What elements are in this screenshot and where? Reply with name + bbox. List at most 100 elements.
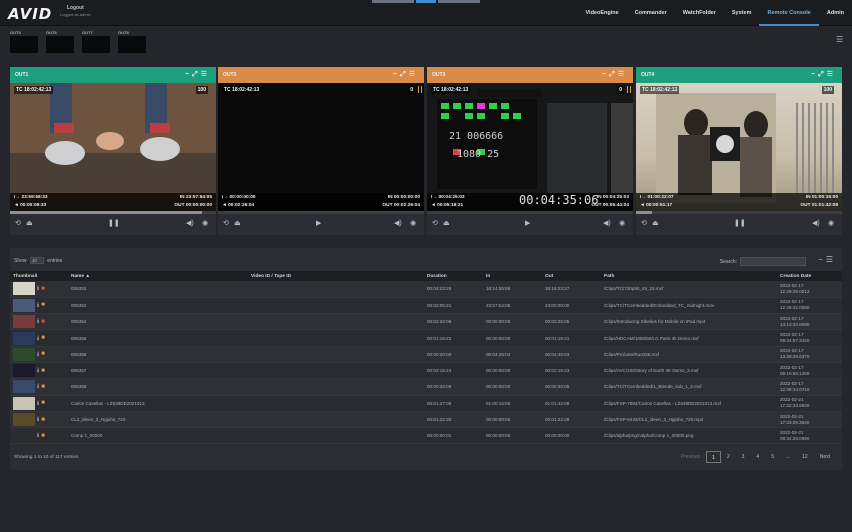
lock-icon[interactable]: ■ — [41, 351, 45, 357]
page-4[interactable]: 4 — [750, 451, 765, 463]
clip-name[interactable]: 005354 — [68, 313, 248, 331]
pause-icon[interactable]: ❚❚ — [108, 220, 120, 228]
clip-thumbnail[interactable] — [13, 298, 35, 312]
info-icon[interactable]: ℹ — [37, 417, 39, 423]
info-icon[interactable]: ℹ — [37, 368, 39, 374]
channel-header-controls[interactable]: −⤢☰ — [811, 67, 836, 83]
loop-icon[interactable]: ⟲ — [432, 220, 438, 228]
play-icon[interactable]: ▶ — [316, 220, 321, 228]
lock-icon[interactable]: ■ — [41, 417, 45, 423]
lock-icon[interactable]: ■ — [41, 302, 45, 308]
info-icon[interactable]: ℹ — [37, 303, 39, 309]
video-preview[interactable]: TC 18:02:42:13 100 I→ 23:59:58:33 ◄ 00:0… — [10, 83, 216, 211]
col-name[interactable]: Name ▲ — [68, 271, 248, 281]
table-row[interactable]: ℹ ■ Carlos Casellas - LZ539DE2021013 00:01:… — [10, 395, 842, 412]
clip-name[interactable]: 005357 — [68, 362, 248, 380]
col-path[interactable]: Path — [601, 271, 777, 281]
clip-thumbnail[interactable] — [13, 331, 35, 345]
table-row[interactable]: ℹ ■ 005354 00:02:26:06 00:00:00:00 00:02:26:0… — [10, 313, 842, 331]
view-icon[interactable]: ◉ — [202, 220, 208, 228]
clip-thumbnail[interactable] — [13, 364, 35, 378]
user-area[interactable]: Logout Logged as admin — [60, 5, 91, 17]
clip-name[interactable]: 005356 — [68, 346, 248, 363]
clip-name[interactable]: Carlos Casellas - LZ539DE2021013 — [68, 395, 248, 412]
volume-icon[interactable]: ◀) — [603, 220, 611, 228]
minimize-icon[interactable]: − — [818, 255, 826, 264]
table-row[interactable]: ℹ ■ 005352 00:04:23:26 16:14:55:56 16:19:23:2… — [10, 281, 842, 298]
page-3[interactable]: 3 — [736, 451, 751, 463]
clip-name[interactable]: 005352 — [68, 281, 248, 298]
nav-admin[interactable]: Admin — [819, 0, 852, 26]
table-row[interactable]: ℹ ■ CL2_ideen_3_Hgjohs_720 00:01:22:30 00:00… — [10, 411, 842, 429]
clip-thumbnail[interactable] — [13, 429, 35, 443]
nav-watchfolder[interactable]: WatchFolder — [675, 0, 724, 26]
lock-icon[interactable]: ■ — [41, 286, 45, 292]
lock-icon[interactable]: ■ — [41, 433, 45, 439]
output-mini-out7[interactable]: OUT7 — [82, 30, 110, 53]
lock-icon[interactable]: ■ — [41, 368, 45, 374]
info-icon[interactable]: ℹ — [37, 384, 39, 390]
lock-icon[interactable]: ■ — [41, 384, 45, 390]
table-row[interactable]: ℹ ■ 005353 00:02:05:21 23:57:54:05 24:00:00:0… — [10, 297, 842, 315]
pause-icon[interactable]: ❚❚ — [734, 220, 746, 228]
eject-icon[interactable]: ⏏ — [443, 220, 450, 228]
volume-icon[interactable]: ◀) — [186, 220, 194, 228]
eject-icon[interactable]: ⏏ — [26, 220, 33, 228]
channel-header-controls[interactable]: −⤢☰ — [185, 67, 210, 83]
lock-icon[interactable]: ■ — [41, 335, 45, 341]
clip-thumbnail[interactable] — [13, 282, 35, 296]
eject-icon[interactable]: ⏏ — [652, 220, 659, 228]
loop-icon[interactable]: ⟲ — [15, 220, 21, 228]
table-row[interactable]: ℹ ■ 005355 00:01:16:22 00:00:00:00 00:01:16:2… — [10, 329, 842, 347]
clip-thumbnail[interactable] — [13, 396, 35, 410]
clip-name[interactable]: 005355 — [68, 329, 248, 347]
page-next[interactable]: Next — [814, 451, 836, 463]
col-in[interactable]: In — [483, 271, 542, 281]
nav-videoengine[interactable]: VideoEngine — [577, 0, 626, 26]
nav-system[interactable]: System — [724, 0, 760, 26]
clip-thumbnail[interactable] — [13, 347, 35, 361]
table-row[interactable]: ℹ ■ Comp 1_00000 00:00:00:01 00:00:00:00 00:0… — [10, 427, 842, 445]
lock-icon[interactable]: ■ — [41, 400, 45, 406]
page-12[interactable]: 12 — [796, 451, 814, 463]
info-icon[interactable]: ℹ — [37, 319, 39, 325]
info-icon[interactable]: ℹ — [37, 433, 39, 439]
page-5[interactable]: 5 — [765, 451, 780, 463]
channel-header-controls[interactable]: −⤢☰ — [602, 67, 627, 83]
info-icon[interactable]: ℹ — [37, 286, 39, 292]
play-icon[interactable]: ▶ — [525, 220, 530, 228]
page-1[interactable]: 1 — [706, 451, 721, 463]
view-icon[interactable]: ◉ — [410, 220, 416, 228]
output-mini-out6[interactable]: OUT6 — [46, 30, 74, 53]
output-mini-out5[interactable]: OUT5 — [10, 30, 38, 53]
video-preview[interactable]: TC 18:02:42:13 0 I→ 00:00:00:00 ◄ 00:02:… — [218, 83, 424, 211]
page-2[interactable]: 2 — [721, 451, 736, 463]
table-row[interactable]: ℹ ■ 005356 00:00:20:00 00:04:25:04 00:04:45:0… — [10, 346, 842, 363]
view-icon[interactable]: ◉ — [619, 220, 625, 228]
info-icon[interactable]: ℹ — [37, 352, 39, 358]
clip-thumbnail[interactable] — [13, 380, 35, 394]
video-preview[interactable]: 21 006666 1080 25 TC 18:02:42:13 0 I→ 00… — [427, 83, 633, 211]
nav-remote-console[interactable]: Remote Console — [759, 0, 819, 26]
col-thumbnail[interactable]: Thumbnail — [10, 271, 68, 281]
search-input[interactable] — [740, 257, 806, 266]
table-row[interactable]: ℹ ■ 005358 00:00:30:06 00:00:00:00 00:00:30:0… — [10, 378, 842, 396]
view-icon[interactable]: ◉ — [828, 220, 834, 228]
loop-icon[interactable]: ⟲ — [641, 220, 647, 228]
channel-header-controls[interactable]: −⤢☰ — [393, 67, 418, 83]
page-length-select[interactable]: 10 — [29, 257, 44, 264]
loop-icon[interactable]: ⟲ — [223, 220, 229, 228]
volume-icon[interactable]: ◀) — [812, 220, 820, 228]
menu-icon[interactable]: ☰ — [826, 255, 836, 264]
clip-name[interactable]: 005358 — [68, 378, 248, 396]
layout-menu-icon[interactable]: ☰ — [836, 36, 843, 44]
table-row[interactable]: ℹ ■ 005357 00:02:15:24 00:00:00:00 00:02:15:2… — [10, 362, 842, 380]
info-icon[interactable]: ℹ — [37, 336, 39, 342]
clip-name[interactable]: 005353 — [68, 297, 248, 315]
video-preview[interactable]: TC 18:02:42:13 100 I→ 01:00:22:07 ◄ 00:0… — [636, 83, 842, 211]
col-out[interactable]: Out — [542, 271, 601, 281]
clip-name[interactable]: CL2_ideen_3_Hgjohs_720 — [68, 411, 248, 429]
lock-icon[interactable]: ■ — [41, 319, 45, 325]
nav-commander[interactable]: Commander — [627, 0, 675, 26]
info-icon[interactable]: ℹ — [37, 401, 39, 407]
